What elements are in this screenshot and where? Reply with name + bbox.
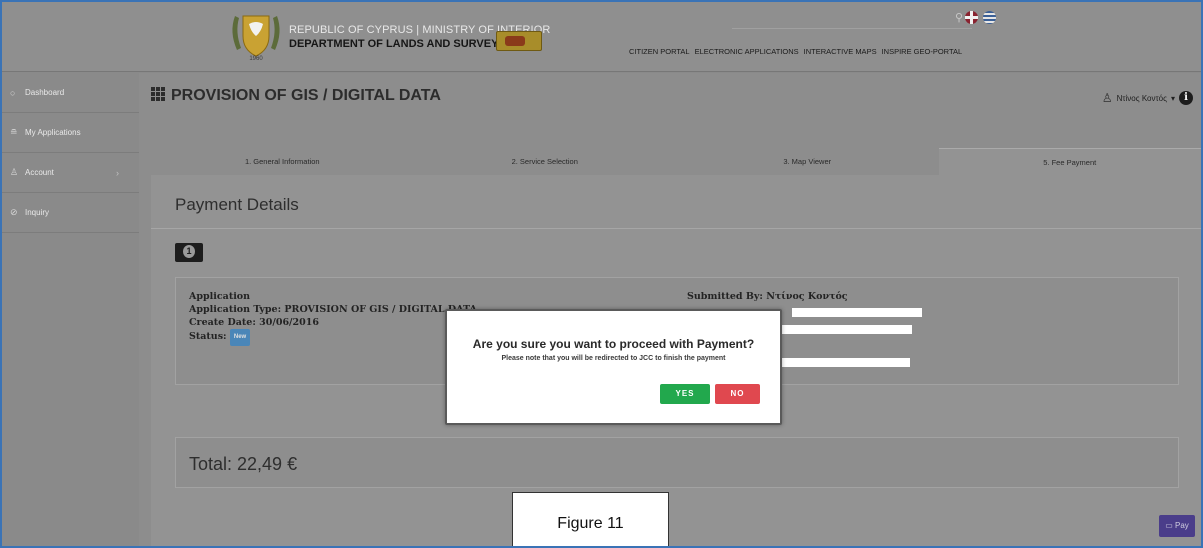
no-button[interactable]: NO (715, 384, 760, 404)
pay-button[interactable]: ▭ Pay (1159, 515, 1195, 537)
top-navigation: CITIZEN PORTAL ELECTRONIC APPLICATIONS I… (629, 47, 962, 56)
cyprus-crest-logo: 1960 (232, 15, 280, 62)
application-details: Application Application Type: PROVISION … (189, 290, 477, 346)
wizard-tabs: 1. General Information 2. Service Select… (151, 148, 1201, 175)
english-flag-icon[interactable] (965, 11, 978, 24)
app-frame: 1960 REPUBLIC OF CYPRUS | MINISTRY OF IN… (0, 0, 1203, 548)
sidebar-item-account[interactable]: ♙ Account › (2, 153, 139, 193)
confirm-payment-dialog: Are you sure you want to proceed with Pa… (445, 309, 782, 425)
total-amount: Total: 22,49 € (189, 454, 298, 474)
page-title-text: PROVISION OF GIS / DIGITAL DATA (171, 87, 441, 104)
status-row: Status: New (189, 329, 477, 346)
header-department-text: DEPARTMENT OF LANDS AND SURVEYS (289, 38, 506, 50)
grid-icon (151, 87, 165, 101)
redaction-bar (782, 325, 912, 334)
inquiry-icon: ⊘ (10, 207, 18, 217)
sidebar-item-label: My Applications (25, 128, 81, 137)
user-icon: ♙ (1101, 91, 1113, 105)
caret-down-icon: ▾ (1170, 93, 1175, 103)
nav-citizen-portal[interactable]: CITIZEN PORTAL (629, 47, 690, 56)
sidebar-item-label: Account (25, 168, 54, 177)
panel-title: Payment Details (175, 195, 299, 214)
sidebar-item-label: Dashboard (25, 88, 65, 97)
user-menu[interactable]: ♙ Ντίνος Κοντός ▾ i (1102, 91, 1193, 105)
svg-text:1960: 1960 (249, 56, 263, 62)
submitted-by: Submitted By: Ντίνος Κοντός (687, 291, 848, 302)
application-heading: Application (189, 291, 251, 302)
dashboard-icon: ○ (10, 87, 16, 98)
total-box: Total: 22,49 € (175, 437, 1179, 488)
tab-fee-payment[interactable]: 5. Fee Payment (938, 148, 1201, 175)
panel-header: Payment Details (151, 175, 1201, 229)
sidebar: ○ Dashboard ≘ My Applications ♙ Account … (2, 73, 139, 546)
application-type: Application Type: PROVISION OF GIS / DIG… (189, 304, 477, 315)
figure-label: Figure 11 (512, 492, 669, 546)
applications-icon: ≘ (10, 127, 18, 137)
tab-service-selection[interactable]: 2. Service Selection (413, 148, 676, 175)
page-title: PROVISION OF GIS / DIGITAL DATA (151, 87, 441, 105)
money-icon (175, 243, 203, 262)
sidebar-item-dashboard[interactable]: ○ Dashboard (2, 73, 139, 113)
dls-badge-logo (496, 31, 542, 51)
user-name: Ντίνος Κοντός (1116, 93, 1167, 103)
search-icon[interactable]: ⚲ (955, 11, 963, 24)
chevron-right-icon: › (116, 167, 119, 178)
dialog-subtitle: Please note that you will be redirected … (501, 355, 726, 362)
sidebar-item-inquiry[interactable]: ⊘ Inquiry (2, 193, 139, 233)
sidebar-item-label: Inquiry (25, 208, 50, 217)
nav-electronic-applications[interactable]: ELECTRONIC APPLICATIONS (695, 47, 799, 56)
create-date: Create Date: 30/06/2016 (189, 317, 319, 328)
card-icon: ▭ (1165, 521, 1173, 530)
sidebar-item-my-applications[interactable]: ≘ My Applications (2, 113, 139, 153)
yes-button[interactable]: YES (660, 384, 710, 404)
nav-interactive-maps[interactable]: INTERACTIVE MAPS (804, 47, 877, 56)
site-header: 1960 REPUBLIC OF CYPRUS | MINISTRY OF IN… (2, 2, 1201, 72)
nav-inspire-geo-portal[interactable]: INSPIRE GEO-PORTAL (882, 47, 963, 56)
user-icon: ♙ (10, 167, 19, 177)
dialog-title: Are you sure you want to proceed with Pa… (472, 337, 755, 351)
tab-general-information[interactable]: 1. General Information (151, 148, 414, 175)
greek-flag-icon[interactable] (983, 11, 996, 24)
submitter-details: Submitted By: Ντίνος Κοντός (687, 290, 848, 303)
status-badge: New (229, 329, 251, 346)
redaction-bar (782, 358, 910, 367)
search-input[interactable] (732, 7, 972, 29)
tab-map-viewer[interactable]: 3. Map Viewer (676, 148, 939, 175)
redaction-bar (792, 308, 922, 317)
status-label: Status: (189, 331, 227, 342)
pay-button-label: Pay (1175, 521, 1189, 530)
info-icon[interactable]: i (1179, 91, 1193, 105)
